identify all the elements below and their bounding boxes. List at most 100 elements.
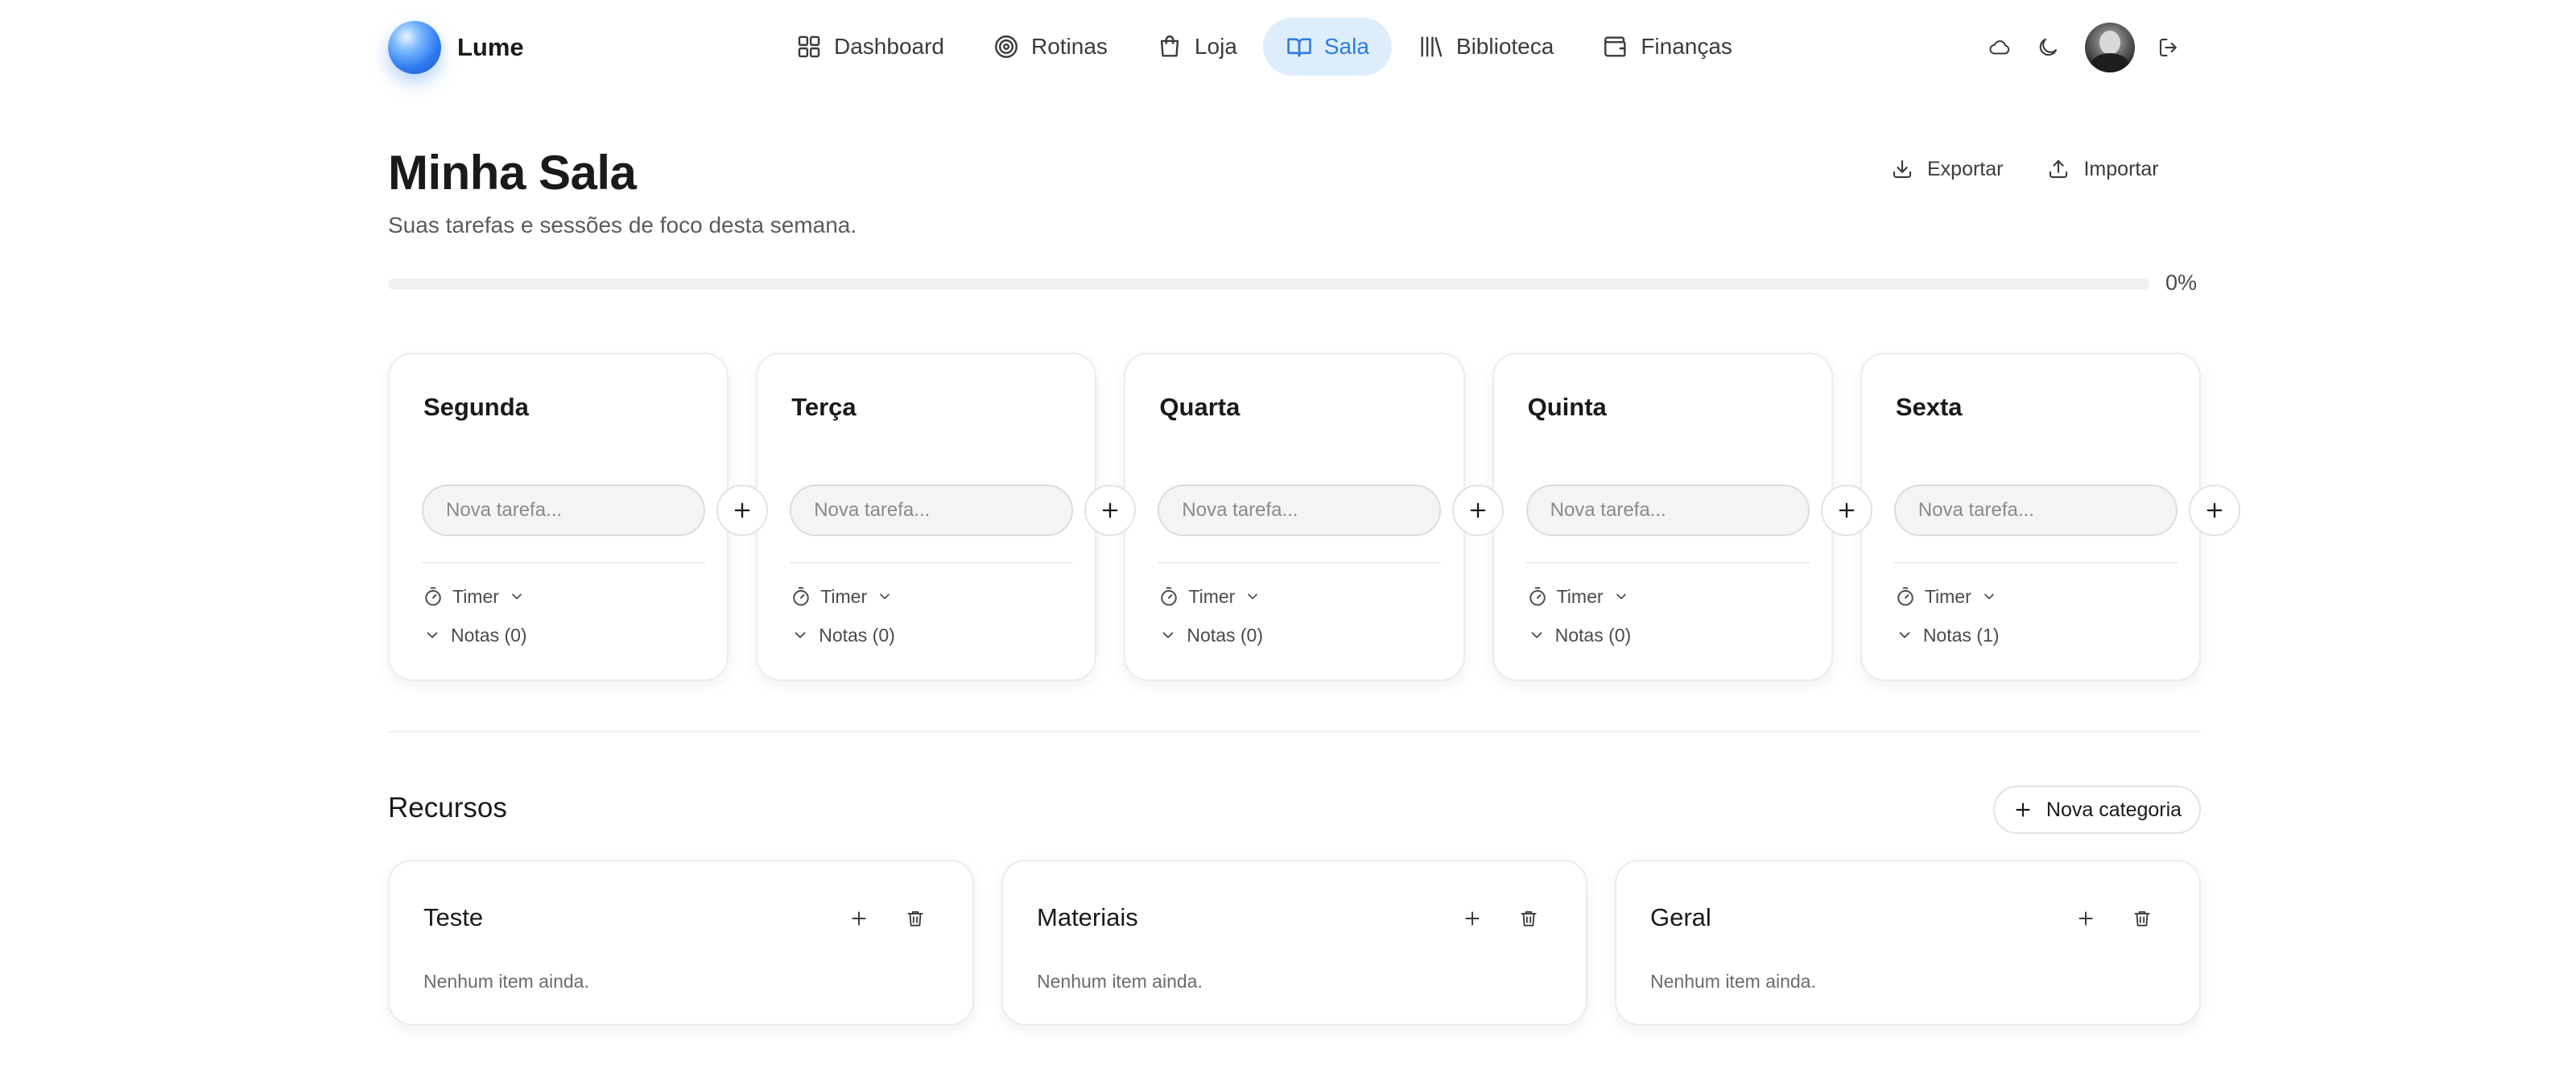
- notes-toggle[interactable]: Notas (0): [1528, 621, 1631, 649]
- cloud-icon: [1989, 40, 2010, 55]
- timer-toggle[interactable]: Timer: [790, 583, 893, 610]
- week-progress-label: 0%: [2165, 270, 2198, 295]
- nav-label: Dashboard: [834, 34, 944, 59]
- resource-card-actions: [1454, 900, 1547, 937]
- new-task-input[interactable]: [1525, 485, 1810, 536]
- import-button[interactable]: Importar: [2046, 157, 2159, 181]
- delete-category-button[interactable]: [2124, 900, 2161, 937]
- resources-title: Recursos: [388, 792, 507, 823]
- download-icon: [1893, 159, 1912, 179]
- resource-categories: Teste Nenhum item ainda. Materiais Nenhu…: [388, 860, 2201, 1026]
- notes-toggle[interactable]: Notas (0): [791, 621, 895, 649]
- weather-button[interactable]: [1975, 23, 2024, 72]
- week-days: Segunda Timer Notas (0) Terça Timer: [388, 353, 2240, 681]
- trash-icon: [907, 910, 923, 927]
- day-title: Segunda: [423, 393, 529, 421]
- stopwatch-icon: [1897, 587, 1913, 606]
- stopwatch-icon: [793, 587, 809, 606]
- day-title: Terça: [791, 393, 857, 421]
- moon-icon: [2039, 38, 2058, 56]
- chevron-down-icon: [880, 593, 890, 600]
- timer-toggle[interactable]: Timer: [1894, 583, 1997, 610]
- shopping-bag-icon: [1160, 35, 1179, 57]
- nav-item-biblioteca[interactable]: Biblioteca: [1395, 18, 1576, 76]
- nav-label: Biblioteca: [1455, 34, 1554, 59]
- plus-icon: [2207, 502, 2223, 518]
- new-task-input[interactable]: [422, 485, 705, 536]
- timer-label: Timer: [452, 585, 499, 607]
- resource-empty-text: Nenhum item ainda.: [1037, 971, 1203, 992]
- avatar[interactable]: [2085, 23, 2135, 72]
- add-item-button[interactable]: [840, 900, 877, 937]
- day-card-quinta: Quinta Timer Notas (0): [1492, 353, 1872, 681]
- nav-item-sala[interactable]: Sala: [1262, 18, 1392, 76]
- notes-label: Notas (0): [819, 624, 895, 646]
- new-task-input[interactable]: [1158, 485, 1442, 536]
- add-task-button[interactable]: [1084, 485, 1137, 536]
- avatar-body: [2090, 53, 2130, 72]
- nav-label: Sala: [1323, 34, 1369, 59]
- delete-category-button[interactable]: [1510, 900, 1547, 937]
- nav-item-financas[interactable]: Finanças: [1579, 18, 1755, 76]
- target-icon: [995, 35, 1018, 58]
- resource-card-teste: Teste Nenhum item ainda.: [388, 860, 974, 1026]
- add-item-button[interactable]: [1454, 900, 1491, 937]
- timer-toggle[interactable]: Timer: [1158, 583, 1261, 610]
- nav-item-dashboard[interactable]: Dashboard: [773, 18, 967, 76]
- chevron-down-icon: [1531, 632, 1542, 638]
- divider: [422, 562, 705, 563]
- theme-toggle-button[interactable]: [2024, 23, 2072, 72]
- chevron-down-icon: [1248, 593, 1258, 600]
- logout-button[interactable]: [2145, 23, 2193, 72]
- stopwatch-icon: [1161, 587, 1178, 606]
- delete-category-button[interactable]: [897, 900, 934, 937]
- notes-toggle[interactable]: Notas (0): [423, 621, 527, 649]
- nav-label: Finanças: [1641, 34, 1732, 59]
- divider: [1158, 562, 1442, 563]
- header-actions: [1975, 21, 2193, 74]
- notes-label: Notas (1): [1922, 624, 2000, 646]
- new-task-input[interactable]: [790, 485, 1074, 536]
- brand[interactable]: Lume: [388, 21, 524, 74]
- add-task-button[interactable]: [1452, 485, 1505, 536]
- wallet-icon: [1604, 36, 1626, 57]
- book-open-icon: [1287, 38, 1311, 57]
- resource-card-actions: [840, 900, 934, 937]
- plus-icon: [1465, 911, 1480, 926]
- chevron-down-icon: [1984, 593, 1994, 600]
- day-card-quarta: Quarta Timer Notas (0): [1124, 353, 1505, 681]
- timer-toggle[interactable]: Timer: [422, 583, 525, 610]
- new-category-button[interactable]: Nova categoria: [1993, 786, 2201, 834]
- new-task-input[interactable]: [1893, 485, 2178, 536]
- avatar-face: [2099, 31, 2120, 55]
- resource-card-geral: Geral Nenhum item ainda.: [1615, 860, 2201, 1026]
- upload-icon: [2050, 159, 2068, 179]
- nav-item-loja[interactable]: Loja: [1133, 18, 1260, 76]
- plus-icon: [1839, 502, 1854, 518]
- page-title: Minha Sala: [388, 146, 637, 200]
- notes-toggle[interactable]: Notas (1): [1896, 621, 2000, 649]
- notes-toggle[interactable]: Notas (0): [1159, 621, 1263, 649]
- chevron-down-icon: [1616, 593, 1626, 600]
- resource-empty-text: Nenhum item ainda.: [1650, 971, 1816, 992]
- page-subtitle: Suas tarefas e sessões de foco desta sem…: [388, 213, 857, 237]
- resource-category-name: Geral: [1650, 903, 1711, 931]
- nav-item-rotinas[interactable]: Rotinas: [970, 18, 1130, 76]
- plus-icon: [734, 502, 750, 518]
- trash-icon: [2134, 910, 2150, 927]
- add-task-button[interactable]: [1820, 485, 1872, 536]
- resource-category-name: Teste: [423, 903, 484, 931]
- add-task-button[interactable]: [716, 485, 768, 536]
- day-title: Quinta: [1527, 393, 1607, 421]
- plus-icon: [1471, 502, 1486, 518]
- divider: [790, 562, 1074, 563]
- timer-toggle[interactable]: Timer: [1526, 583, 1629, 610]
- nav-label: Rotinas: [1030, 34, 1108, 59]
- plus-icon: [2079, 911, 2093, 926]
- add-task-button[interactable]: [2188, 485, 2240, 536]
- add-item-button[interactable]: [2067, 900, 2104, 937]
- trash-icon: [1521, 910, 1537, 927]
- divider: [1525, 562, 1810, 563]
- export-button[interactable]: Exportar: [1890, 157, 2003, 181]
- day-title: Sexta: [1895, 393, 1963, 421]
